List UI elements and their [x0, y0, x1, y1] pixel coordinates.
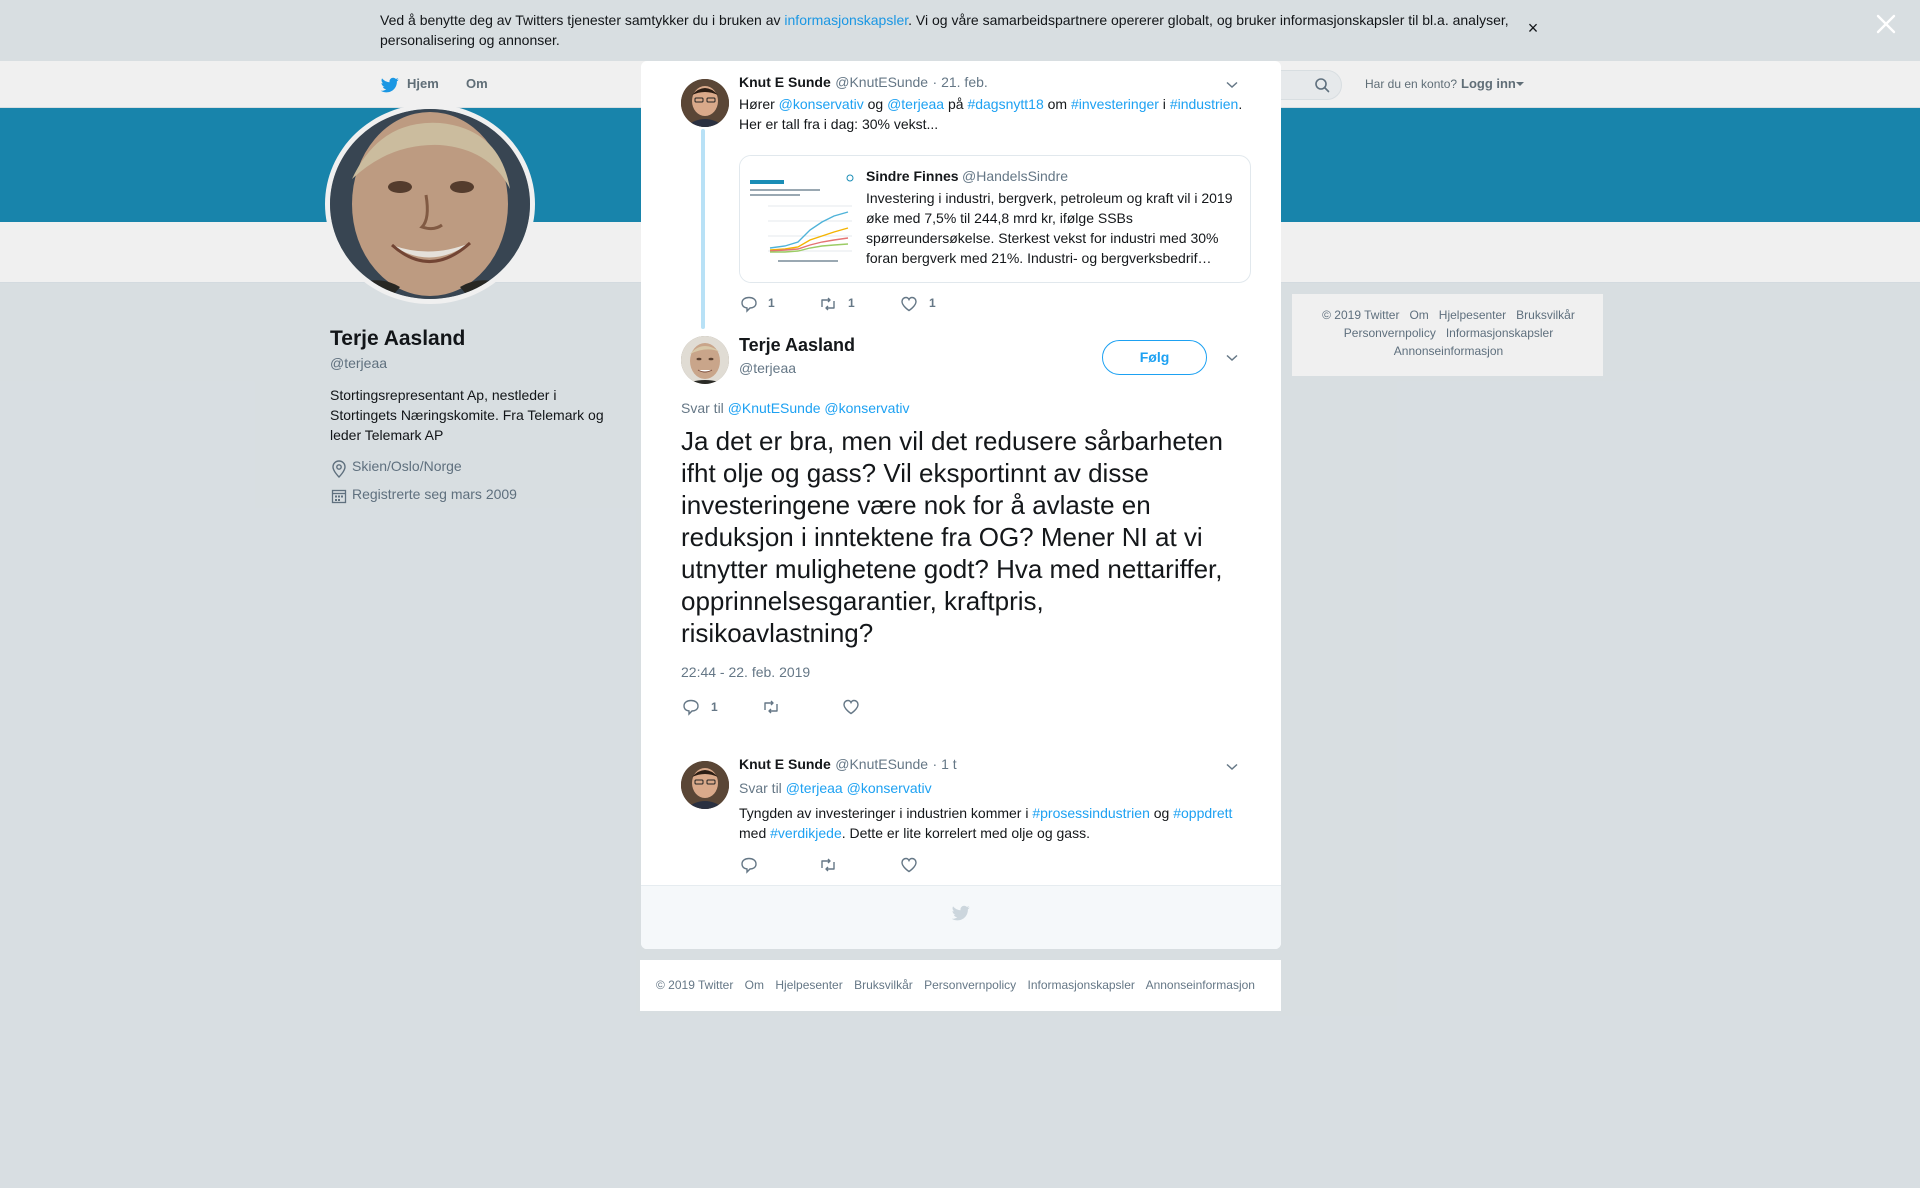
tweet-author-name[interactable]: Knut E Sunde [739, 74, 831, 90]
chevron-down-icon[interactable] [1226, 763, 1238, 771]
like-heart-icon[interactable] [842, 698, 860, 716]
hashtag-link[interactable]: #verdikjede [770, 825, 842, 841]
twitter-bird-icon [951, 905, 970, 921]
reply-count: 1 [768, 296, 775, 310]
mention-link[interactable]: @konservativ [779, 96, 864, 112]
footer-link-terms[interactable]: Bruksvilkår [854, 978, 913, 992]
avatar[interactable] [681, 79, 729, 127]
quoted-tweet-chart-thumbnail [740, 156, 862, 282]
tweet-main-text: Ja det er bra, men vil det redusere sårb… [681, 426, 1223, 648]
reply-to-line: Svar til @KnutESunde @konservativ [681, 400, 910, 416]
mention-link[interactable]: @konservativ [824, 400, 909, 416]
quoted-author-handle[interactable]: @HandelsSindre [962, 168, 1068, 184]
footer-copyright: © 2019 Twitter [656, 978, 734, 992]
follow-button[interactable]: Følg [1102, 340, 1207, 375]
tweet-timestamp[interactable]: 22:44 - 22. feb. 2019 [681, 664, 810, 680]
mention-link[interactable]: @terjeaa [887, 96, 944, 112]
tweet-author-handle[interactable]: @KnutESunde [835, 74, 928, 90]
tweet-date[interactable]: · 1 t [933, 756, 957, 772]
footer-link-about[interactable]: Om [745, 978, 764, 992]
thread-connector-line [701, 129, 705, 329]
tweet-author-handle[interactable]: @terjeaa [739, 360, 796, 376]
reply-icon[interactable] [682, 698, 700, 716]
hashtag-link[interactable]: #oppdrett [1173, 805, 1232, 821]
like-heart-icon[interactable] [900, 295, 918, 313]
quoted-tweet-card[interactable]: Sindre Finnes @HandelsSindre Investering… [739, 155, 1251, 283]
tweet-text: Tyngden av investeringer i industrien ko… [739, 805, 1233, 841]
tweet-author-handle[interactable]: @KnutESunde [835, 756, 928, 772]
quoted-author-name[interactable]: Sindre Finnes [866, 168, 959, 184]
footer-link-privacy[interactable]: Personvernpolicy [924, 978, 1016, 992]
reply-icon[interactable] [740, 856, 758, 874]
footer-link-cookies[interactable]: Informasjonskapsler [1028, 978, 1135, 992]
reply-count: 1 [711, 700, 718, 714]
mention-link[interactable]: @terjeaa [786, 780, 843, 796]
hashtag-link[interactable]: #investeringer [1071, 96, 1159, 112]
modal-page-footer: © 2019 Twitter Om Hjelpesenter Bruksvilk… [640, 960, 1281, 1011]
hashtag-link[interactable]: #dagsnytt18 [967, 96, 1043, 112]
tweet-text: Hører @konservativ og @terjeaa på #dagsn… [739, 96, 1243, 132]
tweet-permalink-modal: Knut E Sunde @KnutESunde · 21. feb. Høre… [641, 61, 1281, 949]
footer-link-help[interactable]: Hjelpesenter [775, 978, 842, 992]
avatar[interactable] [681, 336, 729, 384]
like-count: 1 [929, 296, 936, 310]
tweet-author-name[interactable]: Knut E Sunde [739, 756, 831, 772]
mention-link[interactable]: @konservativ [847, 780, 932, 796]
reply-icon[interactable] [740, 295, 758, 313]
tweet-header: Knut E Sunde @KnutESunde · 1 t [739, 756, 957, 774]
tweet-header: Knut E Sunde @KnutESunde · 21. feb. [739, 74, 988, 92]
hashtag-link[interactable]: #prosessindustrien [1032, 805, 1150, 821]
tweet-author-name[interactable]: Terje Aasland [739, 335, 855, 356]
footer-link-ads-info[interactable]: Annonseinformasjon [1146, 978, 1255, 992]
retweet-icon[interactable] [819, 295, 837, 313]
reply-to-line: Svar til @terjeaa @konservativ [739, 780, 932, 796]
retweet-icon[interactable] [762, 698, 780, 716]
retweet-icon[interactable] [819, 856, 837, 874]
hashtag-link[interactable]: #industrien [1170, 96, 1239, 112]
quoted-tweet-text: Investering i industri, bergverk, petrol… [866, 190, 1233, 266]
avatar[interactable] [681, 761, 729, 809]
mention-link[interactable]: @KnutESunde [728, 400, 821, 416]
chevron-down-icon[interactable] [1226, 354, 1238, 362]
retweet-count: 1 [848, 296, 855, 310]
chevron-down-icon[interactable] [1226, 81, 1238, 89]
close-icon[interactable] [1874, 12, 1898, 36]
like-heart-icon[interactable] [900, 856, 918, 874]
tweet-date[interactable]: · 21. feb. [933, 74, 988, 90]
